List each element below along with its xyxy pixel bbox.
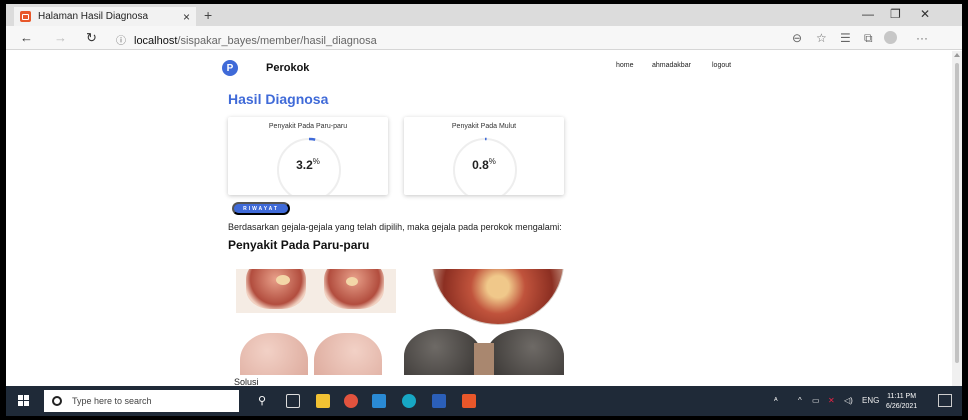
screen: Halaman Hasil Diagnosa × + — ❐ ✕ ← → ↻ ⓘ…	[6, 4, 962, 416]
tab-favicon-icon	[20, 11, 31, 22]
zoom-icon[interactable]: ⊖	[792, 31, 802, 45]
lung-closeup-image	[432, 269, 564, 325]
url-path: /sispakar_bayes/member/hasil_diagnosa	[177, 35, 377, 47]
refresh-icon[interactable]: ↻	[86, 30, 97, 46]
card-title: Penyakit Pada Mulut	[451, 123, 517, 130]
nav-logout-link[interactable]: logout	[712, 62, 731, 69]
tray-chevron-icon[interactable]: ^	[798, 396, 802, 405]
xampp-icon[interactable]	[462, 394, 476, 408]
clock-date: 6/26/2021	[886, 403, 918, 410]
card-title: Penyakit Pada Paru-paru	[268, 123, 348, 130]
result-card-lungs: Penyakit Pada Paru-paru 3.2%	[228, 117, 388, 195]
more-menu-icon[interactable]: ···	[916, 31, 928, 45]
collections-icon[interactable]: ⧉	[864, 31, 873, 46]
file-explorer-icon[interactable]	[316, 394, 330, 408]
taskbar-search-input[interactable]: Type here to search	[44, 390, 239, 412]
battery-icon[interactable]: ▭	[812, 396, 820, 405]
lungs-illustration-image	[236, 269, 396, 313]
volume-icon[interactable]: ◁)	[844, 396, 853, 405]
task-view-icon[interactable]	[286, 394, 300, 408]
profile-avatar[interactable]	[884, 31, 897, 44]
favorite-star-icon[interactable]: ☆	[816, 31, 827, 45]
url-host: localhost	[134, 35, 178, 47]
result-card-mouth: Penyakit Pada Mulut 0.8%	[404, 117, 564, 195]
info-icon[interactable]: ⓘ	[116, 36, 126, 47]
scrollbar-thumb[interactable]	[955, 63, 959, 363]
browser-tab[interactable]: Halaman Hasil Diagnosa ×	[14, 7, 196, 26]
riwayat-button[interactable]: RIWAYAT	[232, 202, 290, 215]
progress-arc	[308, 137, 316, 141]
search-placeholder: Type here to search	[72, 396, 152, 406]
network-icon[interactable]: ✕	[828, 396, 835, 405]
maximize-icon[interactable]: ❐	[890, 7, 901, 21]
clock-time: 11:11 PM	[887, 393, 917, 400]
gauge-value: 3.2%	[296, 157, 320, 172]
scroll-up-icon[interactable]	[954, 53, 960, 57]
brand-name: Perokok	[266, 62, 310, 74]
brand-logo-icon: P	[222, 60, 238, 76]
chrome-icon[interactable]	[344, 394, 358, 408]
diagnosis-description: Berdasarkan gejala-gejala yang telah dip…	[228, 222, 562, 232]
notification-icon[interactable]	[938, 394, 952, 407]
healthy-lungs-image	[236, 329, 386, 375]
favorites-list-icon[interactable]: ☰	[840, 31, 851, 45]
windows-taskbar: Type here to search ⚲ ᴬ ^ ▭ ✕ ◁) ENG 11:…	[6, 386, 962, 416]
tab-title: Halaman Hasil Diagnosa	[38, 11, 149, 22]
url-field[interactable]: ⓘ localhost/sispakar_bayes/member/hasil_d…	[116, 32, 377, 47]
page-title: Hasil Diagnosa	[228, 91, 329, 107]
nav-home-link[interactable]: home	[616, 62, 634, 69]
windows-start-icon[interactable]	[18, 395, 30, 407]
people-icon[interactable]: ᴬ	[774, 396, 778, 405]
edge-icon[interactable]	[402, 394, 416, 408]
system-clock[interactable]: 11:11 PM 6/26/2021	[886, 392, 917, 412]
brand[interactable]: P Perokok	[222, 60, 309, 76]
tab-close-icon[interactable]: ×	[183, 10, 190, 24]
forward-icon[interactable]: →	[54, 30, 67, 45]
new-tab-icon[interactable]: +	[204, 7, 212, 23]
nav-user-link[interactable]: ahmadakbar	[652, 62, 691, 69]
smoker-lungs-image	[404, 327, 564, 375]
minimize-icon[interactable]: —	[862, 7, 874, 21]
language-indicator[interactable]: ENG	[862, 396, 879, 405]
browser-tab-bar: Halaman Hasil Diagnosa × + — ❐ ✕	[6, 4, 962, 26]
microphone-icon[interactable]: ⚲	[258, 394, 272, 408]
solusi-label: Solusi	[234, 377, 259, 386]
window-close-icon[interactable]: ✕	[920, 7, 930, 21]
address-bar: ← → ↻ ⓘ localhost/sispakar_bayes/member/h…	[6, 26, 962, 50]
cortana-icon	[52, 396, 62, 406]
store-icon[interactable]	[372, 394, 386, 408]
gauge-value: 0.8%	[472, 157, 496, 172]
page-content: P Perokok home ahmadakbar logout Hasil D…	[6, 51, 952, 386]
back-icon[interactable]: ←	[20, 30, 33, 45]
disease-title: Penyakit Pada Paru-paru	[228, 238, 370, 252]
word-icon[interactable]	[432, 394, 446, 408]
page-scrollbar[interactable]	[952, 51, 962, 386]
